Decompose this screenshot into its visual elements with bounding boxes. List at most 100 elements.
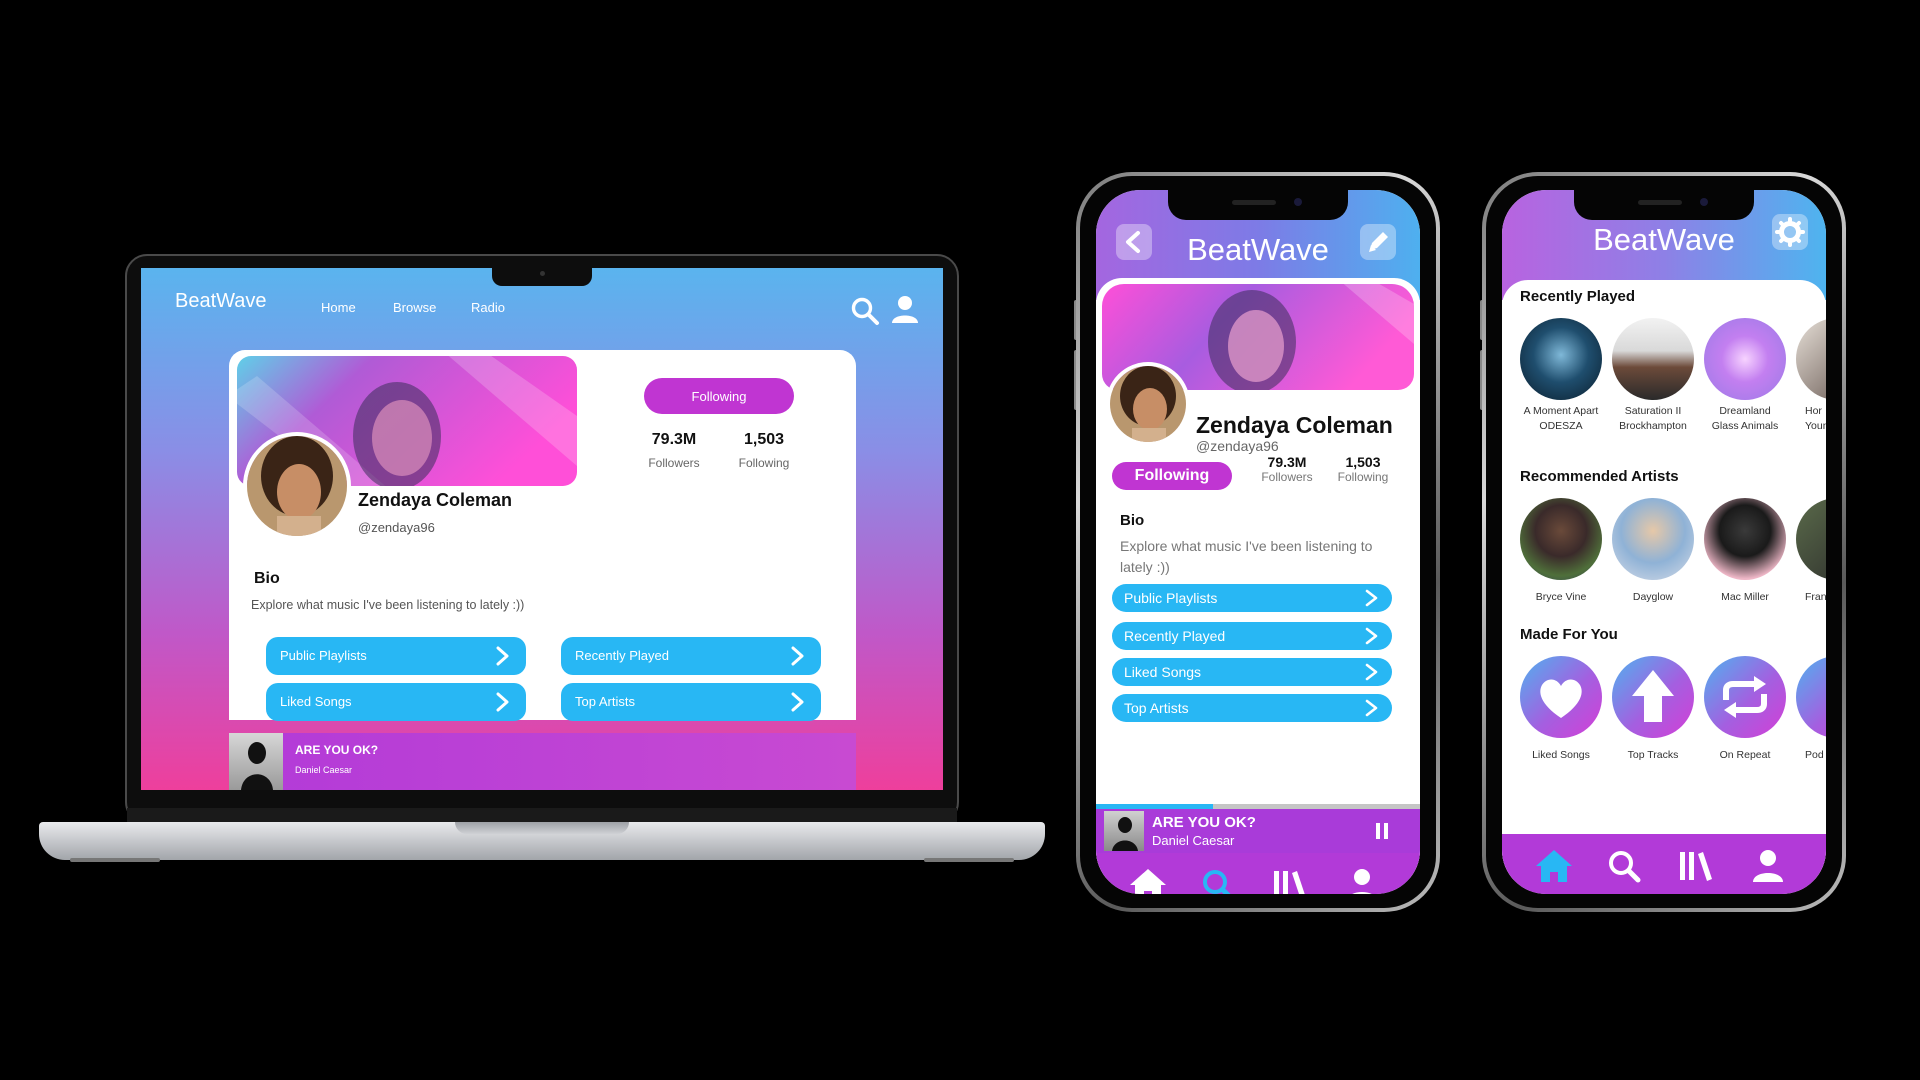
repeat-icon <box>1723 676 1767 718</box>
library-icon[interactable] <box>1268 865 1312 894</box>
laptop-foot <box>924 858 1014 862</box>
laptop-notch <box>492 266 592 286</box>
public-playlists-button[interactable]: Public Playlists <box>266 637 526 675</box>
now-playing-bar[interactable]: ARE YOU OK? Daniel Caesar <box>1096 809 1420 853</box>
track-title: ARE YOU OK? <box>295 743 379 757</box>
bio-text: Explore what music I've been listening t… <box>251 598 525 612</box>
settings-button[interactable] <box>1772 214 1808 250</box>
profile-avatar <box>243 432 351 540</box>
liked-songs-tile[interactable] <box>1520 656 1602 738</box>
search-icon[interactable] <box>1602 846 1646 886</box>
album-art <box>229 733 283 790</box>
back-button[interactable] <box>1116 224 1152 260</box>
button-label: Liked Songs <box>280 694 352 709</box>
album-title: A Moment Apart <box>1523 405 1599 417</box>
artist-photo-bryce-vine[interactable] <box>1520 498 1602 580</box>
profile-name: Zendaya Coleman <box>1196 412 1393 438</box>
profile-handle: @zendaya96 <box>358 520 435 535</box>
chevron-right-icon <box>1365 627 1378 645</box>
phone-notch <box>1574 190 1754 220</box>
chevron-right-icon <box>791 692 804 712</box>
album-cover-a-moment-apart[interactable] <box>1520 318 1602 400</box>
following-label: Following <box>1337 470 1389 484</box>
followers-count: 79.3M <box>651 431 697 448</box>
nav-browse[interactable]: Browse <box>393 300 436 315</box>
artist-name: Mac Miller <box>1721 591 1769 603</box>
laptop-camera <box>540 271 545 276</box>
pencil-icon <box>1369 232 1388 252</box>
edit-button[interactable] <box>1360 224 1396 260</box>
profile-handle: @zendaya96 <box>1196 438 1279 454</box>
user-icon[interactable] <box>890 294 920 324</box>
profile-phone-screen: BeatWave Zendaya Coleman @zendaya96 Foll… <box>1096 190 1420 894</box>
notch-speaker <box>1638 200 1682 205</box>
notch-camera <box>1294 198 1302 206</box>
liked-songs-button[interactable]: Liked Songs <box>266 683 526 721</box>
button-label: Recently Played <box>575 648 669 663</box>
album-title: Hor <box>1805 405 1822 417</box>
liked-songs-button[interactable]: Liked Songs <box>1112 658 1392 686</box>
album-caption: A Moment Apart ODESZA <box>1511 404 1611 434</box>
following-button[interactable]: Following <box>1112 462 1232 490</box>
search-icon[interactable] <box>1196 865 1240 894</box>
album-artist: Glass Animals <box>1711 420 1779 432</box>
artist-photo-mac-miller[interactable] <box>1704 498 1786 580</box>
home-icon[interactable] <box>1532 846 1576 886</box>
recommended-artists-heading: Recommended Artists <box>1520 468 1679 485</box>
album-caption: Saturation II Brockhampton <box>1603 404 1703 434</box>
recently-played-button[interactable]: Recently Played <box>1112 622 1392 650</box>
arrow-up-icon <box>1632 670 1674 722</box>
notch-speaker <box>1232 200 1276 205</box>
now-playing-bar[interactable]: ARE YOU OK? Daniel Caesar <box>229 733 856 790</box>
button-label: Recently Played <box>1124 628 1226 644</box>
gear-icon <box>1775 217 1805 247</box>
laptop-screen: BeatWave Home Browse Radio Zendaya Colem… <box>141 268 943 790</box>
album-art <box>1104 811 1144 851</box>
top-artists-button[interactable]: Top Artists <box>1112 694 1392 722</box>
made-for-you-heading: Made For You <box>1520 626 1618 643</box>
artist-name: Bryce Vine <box>1535 591 1587 603</box>
on-repeat-tile[interactable] <box>1704 656 1786 738</box>
album-artist: Young <box>1805 420 1826 432</box>
chevron-right-icon <box>1365 663 1378 681</box>
phone-notch <box>1168 190 1348 220</box>
profile-icon[interactable] <box>1340 865 1384 894</box>
nav-radio[interactable]: Radio <box>471 300 505 315</box>
button-label: Top Artists <box>1124 700 1189 716</box>
nav-home[interactable]: Home <box>321 300 356 315</box>
top-tracks-tile[interactable] <box>1612 656 1694 738</box>
album-caption: Hor Young <box>1787 404 1826 434</box>
library-icon[interactable] <box>1674 846 1718 886</box>
bottom-tab-bar <box>1096 853 1420 894</box>
button-label: Public Playlists <box>1124 590 1218 606</box>
laptop-chin <box>127 808 957 822</box>
pause-icon[interactable] <box>1372 821 1392 841</box>
profile-name: Zendaya Coleman <box>358 490 513 510</box>
laptop-foot <box>70 858 160 862</box>
track-artist: Daniel Caesar <box>1152 833 1235 848</box>
tile-label: Top Tracks <box>1627 749 1679 761</box>
artist-photo-dayglow[interactable] <box>1612 498 1694 580</box>
public-playlists-button[interactable]: Public Playlists <box>1112 584 1392 612</box>
profile-icon[interactable] <box>1746 846 1790 886</box>
album-cover-saturation-ii[interactable] <box>1612 318 1694 400</box>
album-cover-dreamland[interactable] <box>1704 318 1786 400</box>
track-artist: Daniel Caesar <box>295 765 353 775</box>
following-count: 1,503 <box>1345 454 1381 470</box>
followers-label: Followers <box>1261 470 1313 484</box>
bio-text: Explore what music I've been listening t… <box>1120 538 1373 575</box>
brand-logo[interactable]: BeatWave <box>175 290 267 313</box>
recently-played-button[interactable]: Recently Played <box>561 637 821 675</box>
button-label: Liked Songs <box>1124 664 1202 680</box>
chevron-right-icon <box>1365 699 1378 717</box>
following-count: 1,503 <box>743 431 785 448</box>
chevron-right-icon <box>496 646 509 666</box>
artist-name: Fran <box>1805 591 1826 603</box>
chevron-right-icon <box>791 646 804 666</box>
heart-icon <box>1540 679 1582 718</box>
following-button[interactable]: Following <box>644 378 794 414</box>
tile-label: Pod <box>1805 749 1824 761</box>
search-icon[interactable] <box>850 296 880 326</box>
home-icon[interactable] <box>1126 865 1170 894</box>
top-artists-button[interactable]: Top Artists <box>561 683 821 721</box>
